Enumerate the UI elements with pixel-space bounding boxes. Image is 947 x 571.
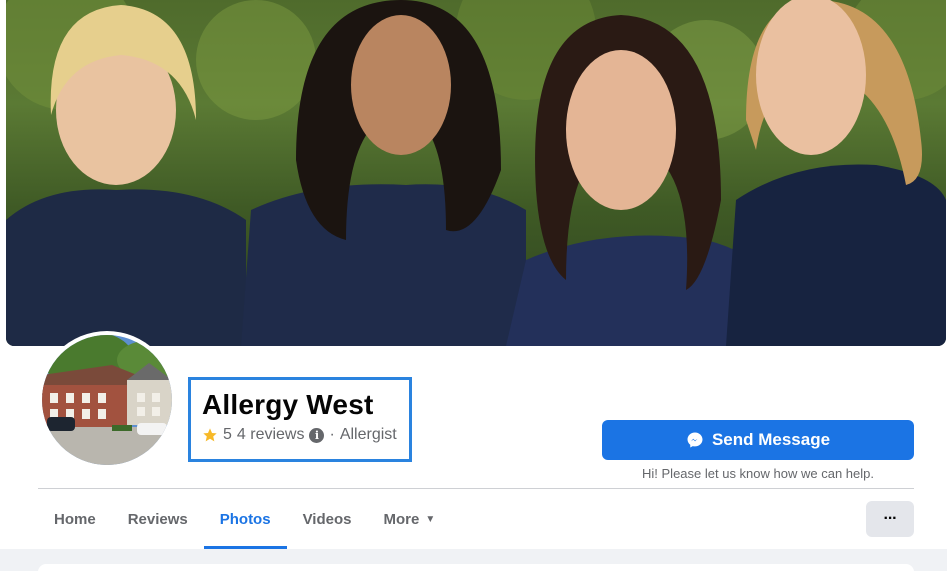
reviews-link[interactable]: 4 reviews bbox=[237, 426, 305, 444]
tab-reviews[interactable]: Reviews bbox=[112, 489, 204, 549]
info-icon[interactable]: i bbox=[309, 427, 325, 443]
profile-avatar[interactable] bbox=[38, 331, 176, 469]
page-header-highlight: Allergy West 5 4 reviews i · Allergist bbox=[188, 377, 412, 462]
page-tabs: Home Reviews Photos Videos More ▼ bbox=[38, 489, 451, 549]
cover-photo-illustration bbox=[6, 0, 946, 346]
tab-videos[interactable]: Videos bbox=[287, 489, 368, 549]
tab-reviews-label: Reviews bbox=[127, 510, 188, 528]
send-message-label: Send Message bbox=[711, 430, 831, 449]
content-card bbox=[38, 564, 914, 571]
avatar-photo bbox=[42, 335, 172, 465]
page-title: Allergy West bbox=[202, 389, 374, 420]
building-photo-illustration bbox=[42, 335, 172, 465]
category-link[interactable]: Allergist bbox=[340, 426, 397, 444]
tab-videos-label: Videos bbox=[302, 510, 352, 528]
tab-home[interactable]: Home bbox=[38, 489, 112, 549]
tab-more[interactable]: More ▼ bbox=[368, 489, 452, 549]
page-meta: 5 4 reviews i · Allergist bbox=[202, 426, 398, 444]
send-message-button[interactable]: Send Message bbox=[602, 420, 914, 460]
more-options-button[interactable]: ··· bbox=[866, 501, 914, 537]
tab-photos-label: Photos bbox=[219, 510, 271, 528]
message-help-text: Hi! Please let us know how we can help. bbox=[642, 466, 874, 481]
tab-photos[interactable]: Photos bbox=[203, 489, 287, 549]
star-icon bbox=[203, 428, 217, 442]
messenger-icon bbox=[687, 432, 703, 448]
rating-value: 5 bbox=[223, 426, 232, 443]
cover-photo[interactable] bbox=[6, 0, 946, 346]
tab-more-label: More bbox=[383, 510, 420, 528]
meta-separator: · bbox=[329, 426, 335, 443]
caret-down-icon: ▼ bbox=[425, 513, 436, 525]
tab-home-label: Home bbox=[54, 510, 96, 528]
